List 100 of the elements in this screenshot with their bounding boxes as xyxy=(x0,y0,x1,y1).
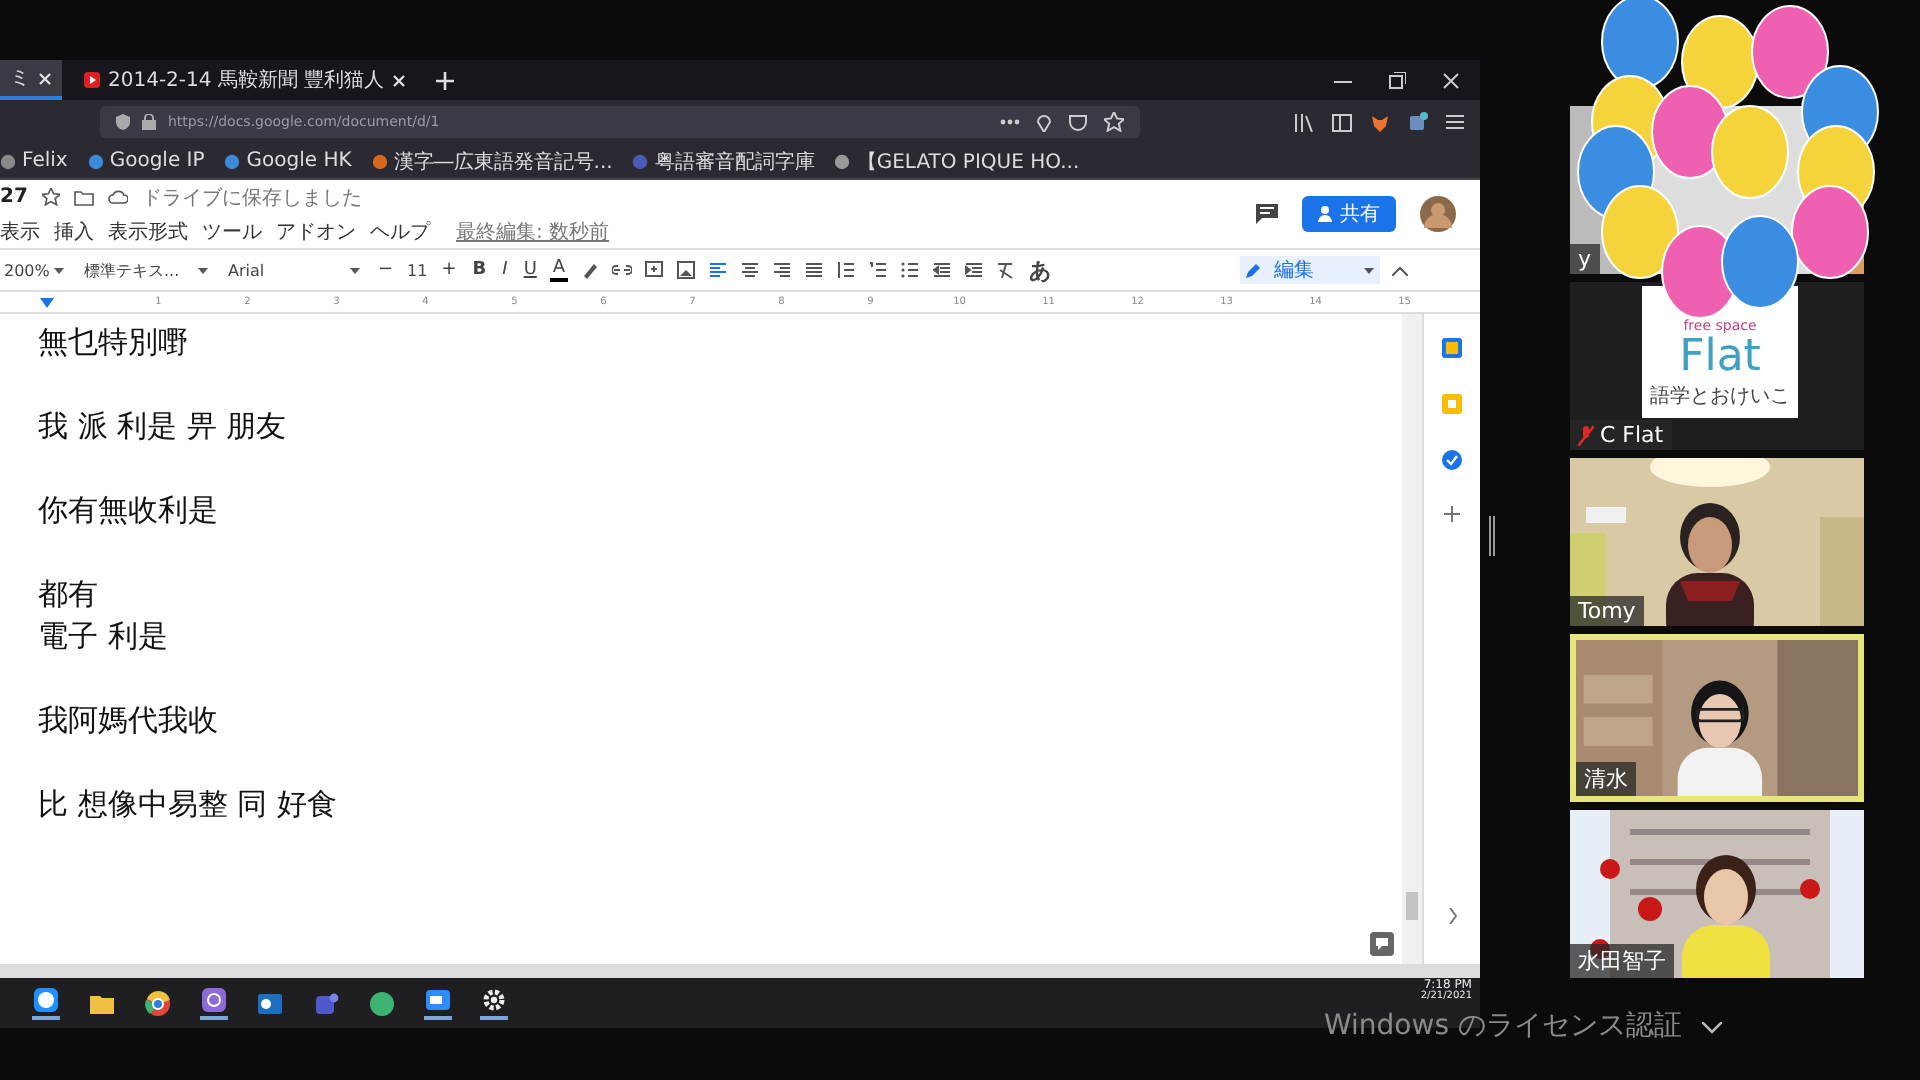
document-text: 我 派 利是 畀 朋友 xyxy=(38,406,289,448)
highlighter-icon[interactable] xyxy=(579,260,600,280)
input-tools-button[interactable]: あ xyxy=(1027,255,1054,285)
menu-item[interactable]: アドオン xyxy=(276,217,356,245)
format-button[interactable]: A xyxy=(550,258,568,282)
folder-icon[interactable] xyxy=(88,991,116,1015)
font-dropdown[interactable]: Arial xyxy=(224,261,364,279)
library-icon[interactable] xyxy=(1294,113,1314,131)
document-text: 無乜特別嘢 xyxy=(38,322,190,364)
pencil-icon xyxy=(1246,262,1262,278)
bulleted-list-icon[interactable] xyxy=(899,260,920,280)
numbered-list-icon[interactable] xyxy=(867,260,888,280)
sidebar-icon[interactable] xyxy=(1332,113,1352,131)
bookmark-label: 粤語審音配詞字庫 xyxy=(654,149,815,175)
fox-icon[interactable] xyxy=(1370,112,1390,132)
video-icon xyxy=(84,72,100,88)
scrollbar[interactable] xyxy=(1402,314,1422,964)
align-right-icon[interactable] xyxy=(771,260,792,280)
increase-size-button[interactable]: + xyxy=(439,260,459,280)
justify-icon[interactable] xyxy=(803,260,824,280)
line-spacing-icon[interactable] xyxy=(835,260,856,280)
zoom-dropdown[interactable]: 200% xyxy=(0,261,68,279)
scrollbar[interactable] xyxy=(0,964,1480,978)
mode-dropdown[interactable]: 編集 xyxy=(1240,256,1380,284)
document-text: 比 想像中易整 同 好食 xyxy=(38,784,339,826)
circle-app-icon[interactable] xyxy=(32,986,60,1020)
logo-text: Flat xyxy=(1679,334,1761,382)
chevron-right-icon[interactable] xyxy=(1447,908,1457,924)
bookmark[interactable]: 粤語審音配詞字庫 xyxy=(632,147,815,175)
close-icon[interactable] xyxy=(392,73,407,87)
pocket-icon[interactable] xyxy=(1068,113,1088,131)
bookmark-label: 漢字―広東語発音記号... xyxy=(393,149,613,175)
scroll-thumb[interactable] xyxy=(1406,892,1418,920)
collapse-icon[interactable] xyxy=(1392,265,1408,275)
bookmark[interactable]: Google HK xyxy=(224,150,352,172)
bookmark-label: 【GELATO PIQUE HO... xyxy=(856,149,1080,175)
extension-icon[interactable] xyxy=(1408,112,1428,132)
add-icon[interactable] xyxy=(1444,506,1460,522)
outdent-icon[interactable] xyxy=(931,260,952,280)
settings-icon[interactable] xyxy=(480,986,508,1020)
calendar-icon[interactable] xyxy=(1442,338,1462,358)
align-center-icon[interactable] xyxy=(739,260,760,280)
bookmark[interactable]: Felix xyxy=(0,150,68,172)
team-app-icon[interactable] xyxy=(312,989,340,1017)
chat-app-icon[interactable] xyxy=(200,986,228,1020)
mail-app-icon[interactable] xyxy=(256,989,284,1017)
menu-icon[interactable] xyxy=(1446,114,1464,130)
menu-item[interactable]: ヘルプ xyxy=(370,217,430,245)
share-button[interactable]: 共有 xyxy=(1302,196,1396,232)
indent-marker-icon[interactable] xyxy=(40,297,54,307)
bookmark[interactable]: 漢字―広東語発音記号... xyxy=(371,147,613,175)
document-text: 電子 利是 xyxy=(38,616,170,658)
last-edit-link[interactable]: 最終編集: 数秒前 xyxy=(456,217,610,245)
star-icon[interactable] xyxy=(41,188,60,206)
comment-icon[interactable] xyxy=(1256,204,1278,224)
close-icon[interactable] xyxy=(1442,71,1460,89)
format-button[interactable]: U xyxy=(521,260,539,280)
decrease-size-button[interactable]: − xyxy=(376,260,396,280)
shield-icon xyxy=(116,114,130,130)
menu-item[interactable]: 挿入 xyxy=(54,217,94,245)
clear-format-icon[interactable] xyxy=(995,260,1016,280)
new-tab-icon[interactable] xyxy=(436,71,455,89)
close-icon[interactable] xyxy=(38,71,52,85)
splitter-handle-icon[interactable] xyxy=(1488,516,1496,556)
link-icon[interactable] xyxy=(611,260,632,280)
image-icon[interactable] xyxy=(675,260,696,280)
menu-item[interactable]: ツール xyxy=(202,217,262,245)
caret-icon xyxy=(1364,267,1374,273)
browser-icon[interactable] xyxy=(144,989,172,1017)
tab-title: ミ xyxy=(10,66,30,92)
indent-icon[interactable] xyxy=(963,260,984,280)
bookmark[interactable]: 【GELATO PIQUE HO... xyxy=(834,147,1080,175)
bookmark[interactable]: Google IP xyxy=(87,150,205,172)
document-title[interactable]: 27 xyxy=(0,186,28,208)
comment-add-icon[interactable] xyxy=(643,260,664,280)
more-icon[interactable] xyxy=(1000,118,1020,126)
folder-icon[interactable] xyxy=(73,189,94,205)
font-size-field[interactable]: 11 xyxy=(407,261,428,279)
menu-item[interactable]: 表示形式 xyxy=(108,217,188,245)
explore-icon[interactable] xyxy=(1370,932,1394,956)
document-text: 你有無收利是 xyxy=(38,490,220,532)
avatar-icon[interactable] xyxy=(1420,196,1456,232)
tasks-icon[interactable] xyxy=(1442,450,1462,470)
align-left-icon[interactable] xyxy=(707,260,728,280)
restore-icon[interactable] xyxy=(1388,71,1406,89)
participant-name: 清水 xyxy=(1584,764,1628,794)
pin-icon[interactable] xyxy=(1036,112,1052,132)
bookmark-label: Google HK xyxy=(246,150,352,172)
chevron-down-icon[interactable] xyxy=(1701,1021,1722,1033)
format-button[interactable]: B xyxy=(470,260,489,280)
caret-icon xyxy=(198,267,208,273)
tab-title: 2014-2-14 馬鞍新聞 豐利猫人 xyxy=(108,67,385,94)
menu-item[interactable]: 表示 xyxy=(0,217,40,245)
style-dropdown[interactable]: 標準テキス... xyxy=(80,259,212,281)
document-text: 我阿媽代我收 xyxy=(38,700,220,742)
round-app-icon[interactable] xyxy=(368,989,396,1017)
format-button[interactable]: I xyxy=(500,260,510,280)
browser-tab[interactable]: ミ xyxy=(0,60,62,100)
participant-name: y xyxy=(1578,246,1592,272)
video-call-icon[interactable] xyxy=(424,986,452,1020)
